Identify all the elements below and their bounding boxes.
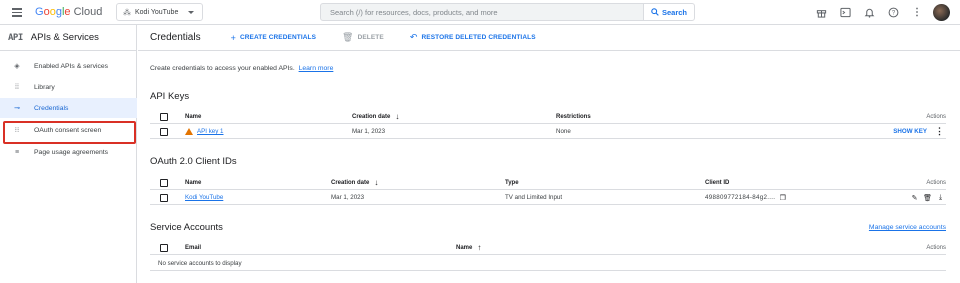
delete-label: DELETE (357, 34, 384, 41)
api-keys-title: API Keys (150, 91, 190, 102)
oauth-title: OAuth 2.0 Client IDs (150, 156, 237, 167)
creation-date: Mar 1, 2023 (331, 194, 365, 201)
col-actions: Actions (926, 113, 946, 120)
key-icon: ⊸ (14, 105, 20, 112)
col-creation-date[interactable]: Creation date ↓ (352, 109, 399, 124)
col-type[interactable]: Type (505, 175, 519, 190)
more-vert-icon[interactable]: ⋮ (909, 5, 925, 21)
restore-credentials-button[interactable]: ↶ RESTORE DELETED CREDENTIALS (410, 32, 536, 43)
library-icon: ⁞⁞ (15, 83, 19, 91)
bell-icon[interactable] (861, 5, 877, 21)
create-credentials-button[interactable]: + CREATE CREDENTIALS (231, 33, 316, 43)
main-content: Credentials + CREATE CREDENTIALS 🗑︎ DELETE… (138, 25, 960, 283)
sidebar-item-label: Enabled APIs & services (34, 62, 109, 70)
sidebar-item-label: Credentials (34, 104, 69, 112)
arrow-down-icon: ↓ (395, 112, 400, 121)
arrow-up-icon: ↑ (477, 243, 482, 252)
service-accounts-title: Service Accounts (150, 222, 223, 233)
terminal-icon[interactable] (837, 5, 853, 21)
plus-icon: + (230, 32, 236, 43)
row-checkbox[interactable] (160, 193, 168, 202)
sidebar-header: API APIs & Services (0, 25, 136, 51)
action-bar: Credentials + CREATE CREDENTIALS 🗑︎ DELETE… (138, 25, 960, 51)
learn-more-link[interactable]: Learn more (299, 65, 334, 72)
settings-list-icon: ≡ (14, 148, 20, 156)
project-icon: ⁂ (123, 7, 131, 17)
row-checkbox[interactable] (160, 127, 168, 136)
api-keys-header: Name Creation date ↓ Restrictions Actions (150, 109, 946, 124)
download-icon[interactable]: ⤓ (937, 194, 944, 201)
gift-icon[interactable] (813, 5, 829, 21)
hamburger-menu-icon[interactable] (11, 6, 23, 18)
warning-icon (185, 128, 193, 135)
sidebar: API APIs & Services ◈ Enabled APIs & ser… (0, 25, 137, 283)
project-name: Kodi YouTube (135, 8, 179, 16)
api-key-link[interactable]: API key 1 (197, 128, 223, 135)
restore-label: RESTORE DELETED CREDENTIALS (421, 34, 536, 41)
more-vert-icon[interactable]: ⋮ (935, 126, 944, 137)
col-name[interactable]: Name (185, 175, 201, 190)
col-client-id: Client ID (705, 179, 730, 186)
arrow-down-icon: ↓ (374, 178, 379, 187)
google-cloud-logo[interactable]: Google Cloud (35, 5, 102, 19)
col-email[interactable]: Email (185, 240, 201, 255)
svg-text:?: ? (891, 11, 895, 17)
project-selector[interactable]: ⁂ Kodi YouTube (116, 3, 203, 21)
col-actions: Actions (926, 244, 946, 251)
copy-icon[interactable]: ❐ (779, 194, 786, 202)
highlight-box (3, 121, 136, 144)
select-all-checkbox[interactable] (160, 243, 168, 252)
search-placeholder: Search (/) for resources, docs, products… (330, 7, 498, 17)
diamond-icon: ◈ (14, 63, 20, 70)
col-restrictions: Restrictions (556, 113, 591, 120)
service-accounts-header: Email Name ↑ Actions (150, 240, 946, 255)
oauth-header: Name Creation date ↓ Type Client ID Actio… (150, 175, 946, 190)
intro-label: Create credentials to access your enable… (150, 65, 295, 72)
trash-icon[interactable]: 🗑︎ (923, 194, 932, 202)
show-key-button[interactable]: SHOW KEY (893, 128, 927, 135)
help-icon[interactable]: ? (885, 5, 901, 21)
col-creation-date-label: Creation date (331, 179, 370, 186)
client-id: 498809772184-84g2.... (705, 194, 776, 201)
sidebar-item-label: Library (34, 83, 55, 91)
select-all-checkbox[interactable] (160, 178, 168, 187)
empty-state: No service accounts to display (150, 256, 946, 271)
table-row: Kodi YouTube Mar 1, 2023 TV and Limited … (150, 190, 946, 205)
chevron-down-icon (188, 11, 194, 14)
col-name[interactable]: Name (185, 109, 201, 124)
col-name-label: Name (456, 244, 473, 251)
search-input[interactable]: Search (/) for resources, docs, products… (320, 3, 644, 21)
delete-button[interactable]: 🗑︎ DELETE (342, 32, 384, 43)
undo-icon: ↶ (409, 32, 418, 42)
sidebar-item-page-usage[interactable]: ≡ Page usage agreements (0, 142, 137, 162)
col-actions: Actions (926, 179, 946, 186)
restrictions: None (556, 128, 571, 135)
create-credentials-label: CREATE CREDENTIALS (239, 34, 317, 41)
sidebar-item-library[interactable]: ⁞⁞ Library (0, 77, 137, 97)
col-creation-date-label: Creation date (352, 113, 391, 120)
search-button-label: Search (661, 7, 688, 17)
creation-date: Mar 1, 2023 (352, 128, 386, 135)
sidebar-item-label: Page usage agreements (34, 148, 109, 156)
search-button[interactable]: Search (643, 3, 695, 21)
intro-text: Create credentials to access your enable… (150, 65, 333, 72)
top-bar: Google Cloud ⁂ Kodi YouTube Search (/) f… (0, 0, 960, 25)
sidebar-title: APIs & Services (30, 32, 99, 43)
page-title: Credentials (150, 32, 201, 43)
trash-icon: 🗑︎ (342, 32, 354, 42)
manage-service-accounts-link[interactable]: Manage service accounts (869, 224, 946, 231)
client-type: TV and Limited Input (505, 194, 563, 201)
select-all-checkbox[interactable] (160, 112, 168, 121)
table-row: API key 1 Mar 1, 2023 None SHOW KEY ⋮ (150, 124, 946, 139)
sidebar-item-enabled-apis[interactable]: ◈ Enabled APIs & services (0, 56, 137, 76)
edit-icon[interactable]: ✎ (911, 194, 918, 202)
sidebar-item-credentials[interactable]: ⊸ Credentials (0, 98, 137, 118)
col-creation-date[interactable]: Creation date ↓ (331, 175, 378, 190)
oauth-client-link[interactable]: Kodi YouTube (185, 194, 223, 201)
avatar[interactable] (933, 4, 950, 21)
col-name[interactable]: Name ↑ (456, 240, 481, 255)
search-icon (651, 8, 659, 16)
api-icon: API (8, 32, 23, 43)
